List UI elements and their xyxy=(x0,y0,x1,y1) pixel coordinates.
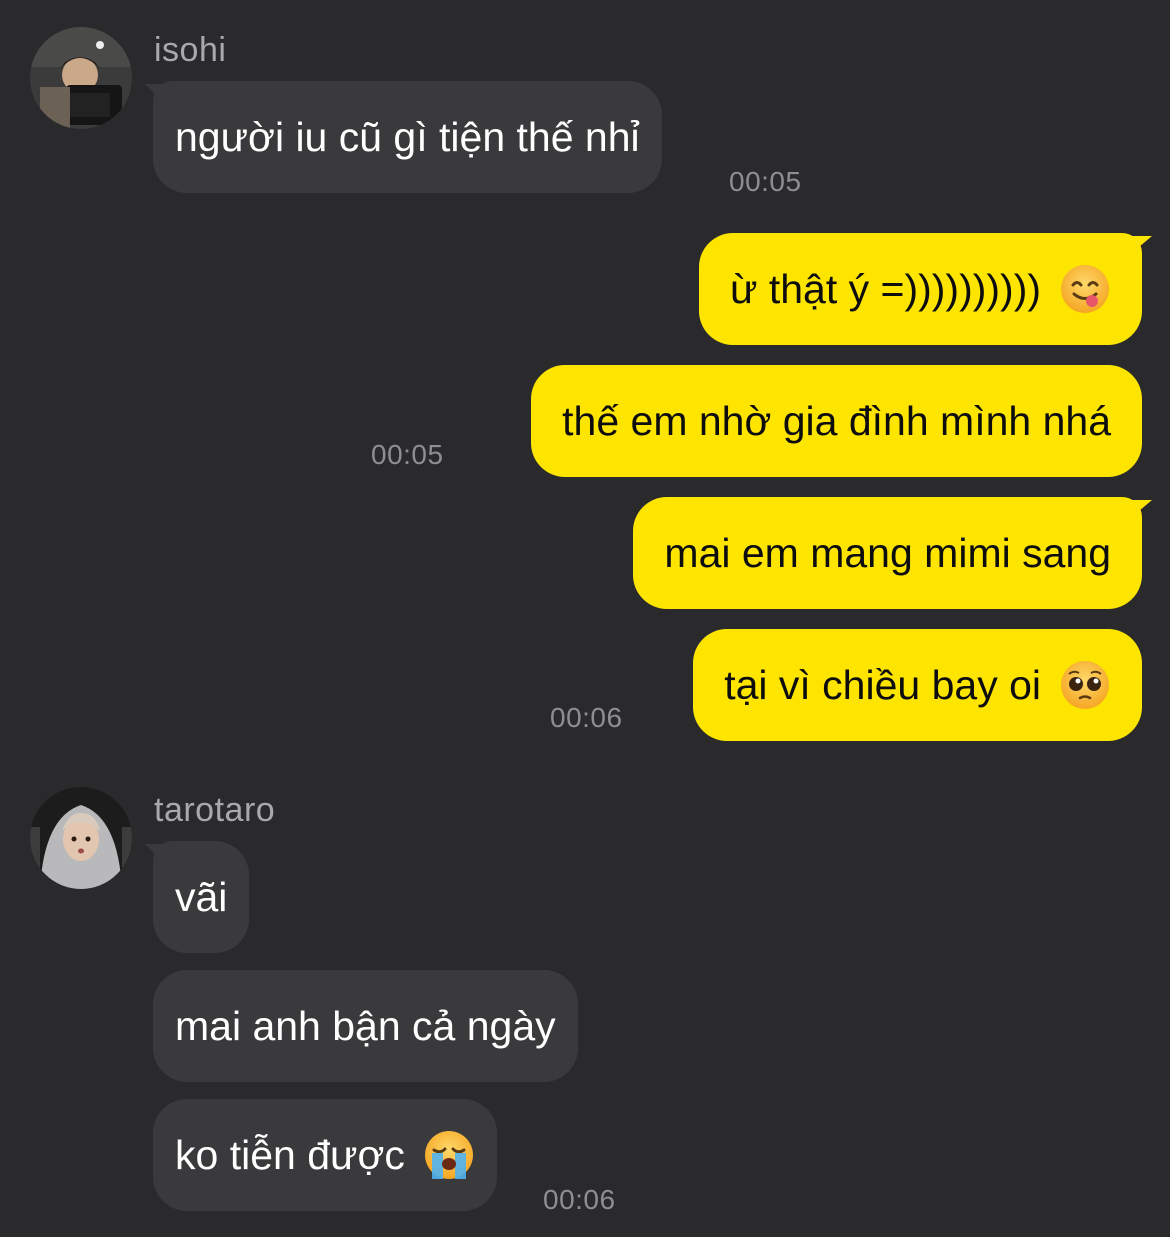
sender-name: tarotaro xyxy=(154,791,276,829)
chat-view: isohi người iu cũ gì tiện thế nhỉ 00:05 … xyxy=(0,0,1170,1237)
face-savoring-food-emoji xyxy=(1059,263,1111,315)
message-text: ko tiễn được xyxy=(175,1131,405,1178)
avatar-tarotaro[interactable] xyxy=(30,787,132,889)
message-text: ừ thật ý =)))))))))) xyxy=(730,265,1041,312)
pleading-face-emoji xyxy=(1059,659,1111,711)
loudly-crying-face-emoji xyxy=(423,1129,475,1181)
outgoing-message-bubble[interactable]: tại vì chiều bay oi xyxy=(693,629,1142,741)
profile-photo-icon xyxy=(30,27,132,129)
message-text: mai em mang mimi sang xyxy=(664,529,1111,576)
incoming-message-bubble[interactable]: người iu cũ gì tiện thế nhỉ xyxy=(153,81,662,193)
message-text: mai anh bận cả ngày xyxy=(175,1002,556,1049)
profile-photo-icon xyxy=(30,787,132,889)
outgoing-message-bubble[interactable]: ừ thật ý =)))))))))) xyxy=(699,233,1142,345)
incoming-message-bubble[interactable]: mai anh bận cả ngày xyxy=(153,970,578,1082)
outgoing-message-bubble[interactable]: thế em nhờ gia đình mình nhá xyxy=(531,365,1142,477)
incoming-message-bubble[interactable]: ko tiễn được xyxy=(153,1099,497,1211)
message-text: thế em nhờ gia đình mình nhá xyxy=(562,397,1111,444)
message-timestamp: 00:06 xyxy=(543,1184,616,1215)
message-text: tại vì chiều bay oi xyxy=(724,661,1041,708)
sender-name: isohi xyxy=(154,31,227,69)
avatar-isohi[interactable] xyxy=(30,27,132,129)
message-text: người iu cũ gì tiện thế nhỉ xyxy=(175,113,640,160)
message-timestamp: 00:05 xyxy=(729,166,802,197)
message-text: vãi xyxy=(175,873,228,920)
outgoing-message-bubble[interactable]: mai em mang mimi sang xyxy=(633,497,1142,609)
message-timestamp: 00:05 xyxy=(371,439,444,470)
message-timestamp: 00:06 xyxy=(550,702,623,733)
incoming-message-bubble[interactable]: vãi xyxy=(153,841,250,953)
